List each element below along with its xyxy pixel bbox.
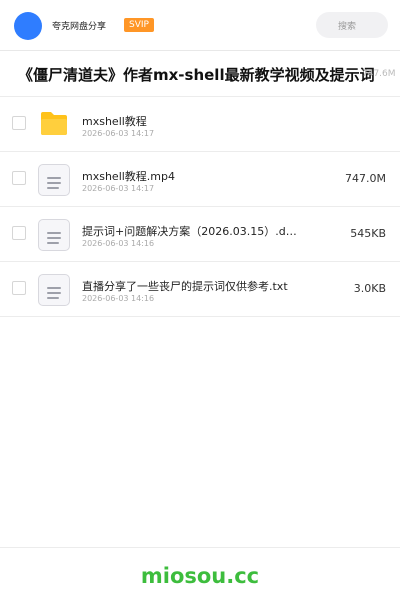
file-name: 直播分享了一些丧尸的提示词仅供参考.txt bbox=[82, 280, 288, 293]
app-name: 夸克网盘分享 bbox=[52, 22, 107, 32]
file-size: 545KB bbox=[350, 227, 386, 240]
header-bar: 夸克网盘分享 SVIP 搜索 bbox=[0, 0, 400, 51]
row-checkbox[interactable] bbox=[12, 226, 26, 240]
row-checkbox[interactable] bbox=[12, 171, 26, 185]
search-box[interactable]: 搜索 bbox=[316, 12, 388, 38]
share-title-row: 《僵尸清道夫》作者mx-shell最新教学视频及提示词 747.6M bbox=[0, 52, 400, 97]
file-date: 2026-06-03 14:17 bbox=[82, 129, 155, 138]
document-icon bbox=[37, 273, 71, 307]
file-name: 提示词+问题解决方案（2026.03.15）.do… bbox=[82, 225, 297, 238]
list-item[interactable]: mxshell教程.mp4 2026-06-03 14:17 747.0M bbox=[0, 152, 400, 207]
row-checkbox[interactable] bbox=[12, 116, 26, 130]
site-brand[interactable]: miosou.cc bbox=[0, 564, 400, 588]
list-item[interactable]: mxshell教程 2026-06-03 14:17 bbox=[0, 97, 400, 152]
file-date: 2026-06-03 14:16 bbox=[82, 239, 155, 248]
list-item[interactable]: 直播分享了一些丧尸的提示词仅供参考.txt 2026-06-03 14:16 3… bbox=[0, 262, 400, 317]
document-icon bbox=[37, 163, 71, 197]
file-date: 2026-06-03 14:16 bbox=[82, 294, 155, 303]
folder-icon bbox=[37, 108, 71, 142]
list-item[interactable]: 提示词+问题解决方案（2026.03.15）.do… 2026-06-03 14… bbox=[0, 207, 400, 262]
file-date: 2026-06-03 14:17 bbox=[82, 184, 155, 193]
share-total-size: 747.6M bbox=[362, 69, 396, 79]
svip-badge: SVIP bbox=[124, 18, 154, 32]
avatar[interactable] bbox=[14, 12, 42, 40]
file-size: 747.0M bbox=[345, 172, 386, 185]
document-icon bbox=[37, 218, 71, 252]
file-list: mxshell教程 2026-06-03 14:17 mxshell教程.mp4… bbox=[0, 97, 400, 317]
file-name: mxshell教程.mp4 bbox=[82, 170, 176, 183]
footer: miosou.cc bbox=[0, 547, 400, 601]
file-size: 3.0KB bbox=[353, 282, 386, 295]
search-placeholder: 搜索 bbox=[338, 22, 357, 32]
share-title: 《僵尸清道夫》作者mx-shell最新教学视频及提示词 bbox=[18, 66, 375, 84]
file-name: mxshell教程 bbox=[82, 115, 147, 128]
row-checkbox[interactable] bbox=[12, 281, 26, 295]
